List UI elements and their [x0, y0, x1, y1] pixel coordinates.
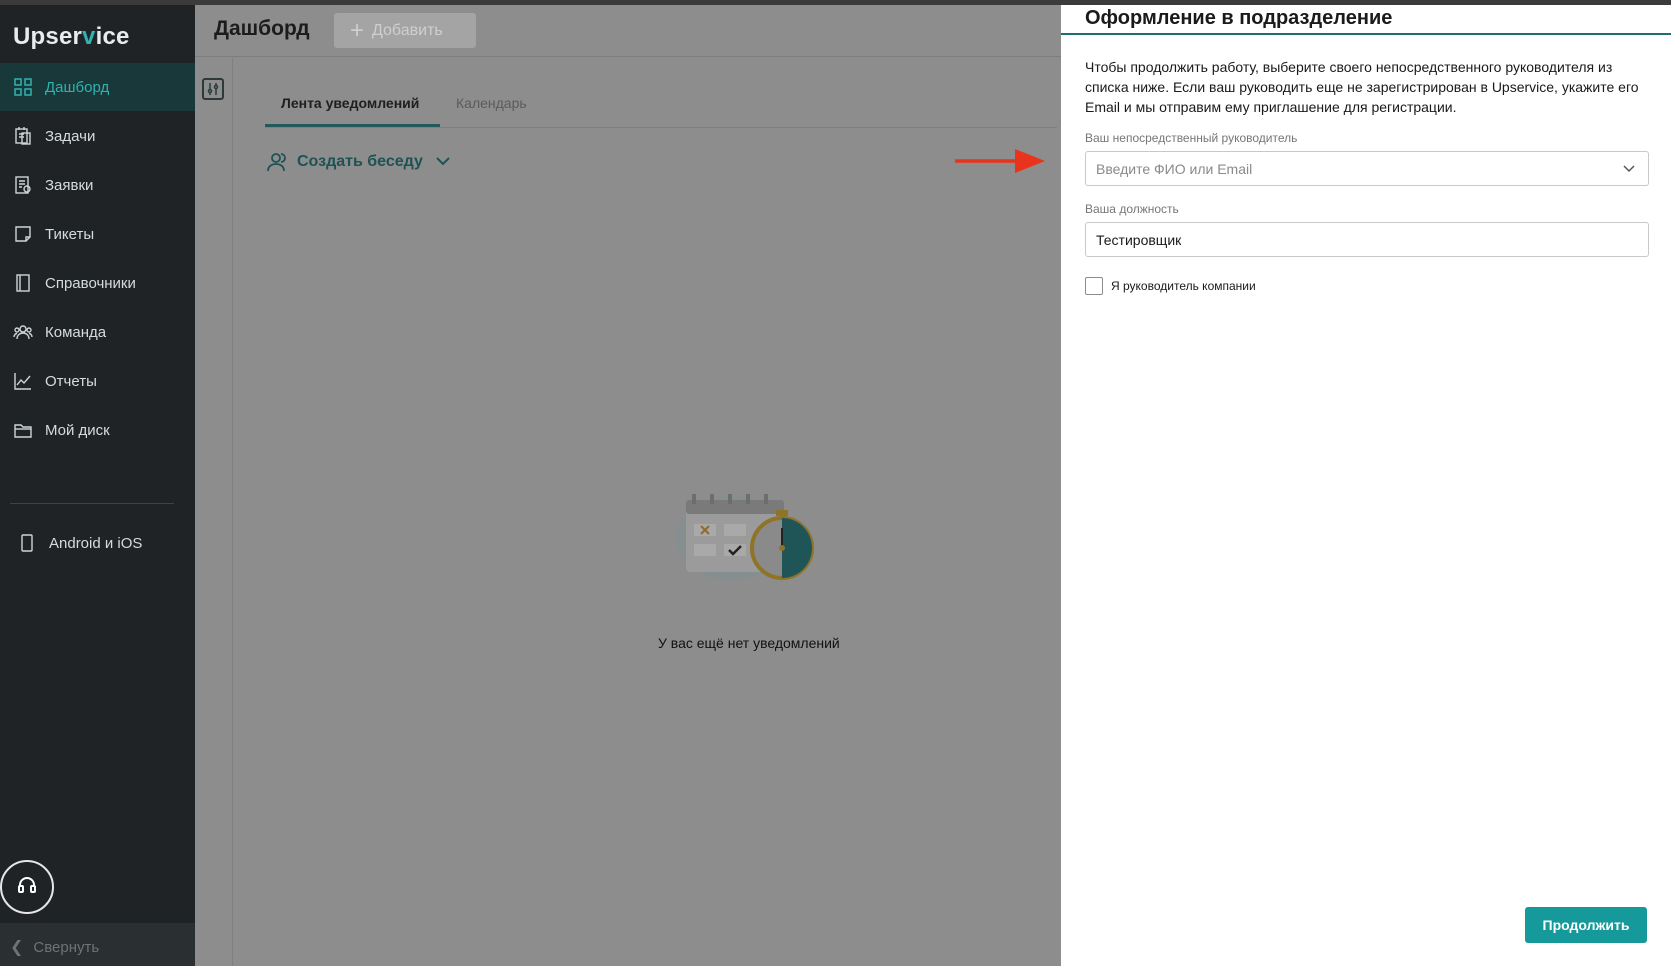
empty-state-text: У вас ещё нет уведомлений — [658, 635, 840, 651]
sidebar-item-label: Задачи — [45, 127, 96, 145]
chart-icon — [13, 371, 33, 391]
company-head-checkbox-label: Я руководитель компании — [1111, 279, 1256, 293]
main-header: Дашборд + Добавить — [195, 5, 1061, 57]
sidebar-item-reports[interactable]: Отчеты — [0, 357, 195, 405]
panel-title: Оформление в подразделение — [1085, 7, 1393, 29]
chevron-left-icon: ❮ — [10, 939, 24, 956]
sidebar-item-label: Команда — [45, 323, 107, 341]
phone-icon — [17, 533, 37, 553]
sidebar-item-directories[interactable]: Справочники — [0, 259, 195, 307]
plus-icon: + — [350, 16, 365, 44]
sidebar-item-label: Мой диск — [45, 421, 110, 439]
create-chat-button[interactable]: Создать беседу — [265, 150, 451, 174]
sidebar-divider — [10, 503, 174, 504]
sidebar-item-label: Отчеты — [45, 372, 97, 390]
sidebar: Upservice Дашборд Задачи Заявки Тикеты С… — [0, 5, 195, 966]
continue-button[interactable]: Продолжить — [1525, 907, 1647, 943]
panel-description: Чтобы продолжить работу, выберите своего… — [1085, 59, 1639, 115]
tabs-divider — [265, 127, 1057, 128]
sidebar-item-label: Android и iOS — [49, 534, 143, 552]
sidebar-item-label: Дашборд — [45, 78, 110, 96]
empty-state-illustration — [672, 480, 820, 590]
sidebar-item-label: Тикеты — [45, 225, 95, 243]
sidebar-item-dashboard[interactable]: Дашборд — [0, 63, 195, 111]
collapse-label: Свернуть — [33, 938, 100, 956]
manager-select-placeholder: Введите ФИО или Email — [1096, 160, 1253, 177]
company-head-checkbox-row[interactable]: Я руководитель компании — [1085, 277, 1256, 295]
add-button-label: Добавить — [372, 21, 443, 39]
main-content: Дашборд + Добавить Лента уведомлений Кал… — [195, 5, 1061, 966]
panel-title-underline — [1061, 33, 1671, 35]
collapse-button[interactable]: ❮ Свернуть — [0, 923, 195, 966]
tasks-icon — [13, 126, 33, 146]
create-chat-label: Создать беседу — [297, 153, 423, 170]
sidebar-item-team[interactable]: Команда — [0, 308, 195, 356]
tab-notifications-feed[interactable]: Лента уведомлений — [281, 95, 419, 111]
position-field-label: Ваша должность — [1085, 202, 1179, 216]
add-button[interactable]: + Добавить — [334, 13, 476, 48]
sidebar-item-my-disk[interactable]: Мой диск — [0, 406, 195, 454]
filter-rail — [195, 58, 233, 966]
headset-icon — [16, 874, 38, 901]
ticket-icon — [13, 224, 33, 244]
sidebar-item-label: Справочники — [45, 274, 136, 292]
grid-icon — [13, 77, 33, 97]
folder-icon — [13, 420, 33, 440]
department-onboarding-panel: Оформление в подразделение Чтобы продолж… — [1061, 5, 1671, 966]
sidebar-item-tasks[interactable]: Задачи — [0, 112, 195, 160]
sidebar-item-mobile-apps[interactable]: Android и iOS — [0, 519, 195, 567]
position-input[interactable]: Тестировщик — [1085, 222, 1649, 257]
support-button[interactable] — [0, 860, 54, 914]
sidebar-item-tickets[interactable]: Тикеты — [0, 210, 195, 258]
book-icon — [13, 273, 33, 293]
tab-calendar[interactable]: Календарь — [456, 95, 527, 111]
requests-icon — [13, 175, 33, 195]
manager-field-label: Ваш непосредственный руководитель — [1085, 131, 1298, 145]
sidebar-item-requests[interactable]: Заявки — [0, 161, 195, 209]
chevron-down-icon — [435, 153, 451, 171]
page-title: Дашборд — [214, 17, 310, 40]
manager-select[interactable]: Введите ФИО или Email — [1085, 151, 1649, 186]
chevron-down-icon — [1622, 162, 1636, 176]
filter-settings-icon[interactable] — [202, 78, 224, 100]
users-icon — [265, 150, 289, 174]
annotation-arrow — [955, 149, 1045, 173]
logo[interactable]: Upservice — [13, 23, 130, 51]
sidebar-item-label: Заявки — [45, 176, 94, 194]
company-head-checkbox[interactable] — [1085, 277, 1103, 295]
team-icon — [13, 322, 33, 342]
position-input-value: Тестировщик — [1096, 231, 1182, 248]
